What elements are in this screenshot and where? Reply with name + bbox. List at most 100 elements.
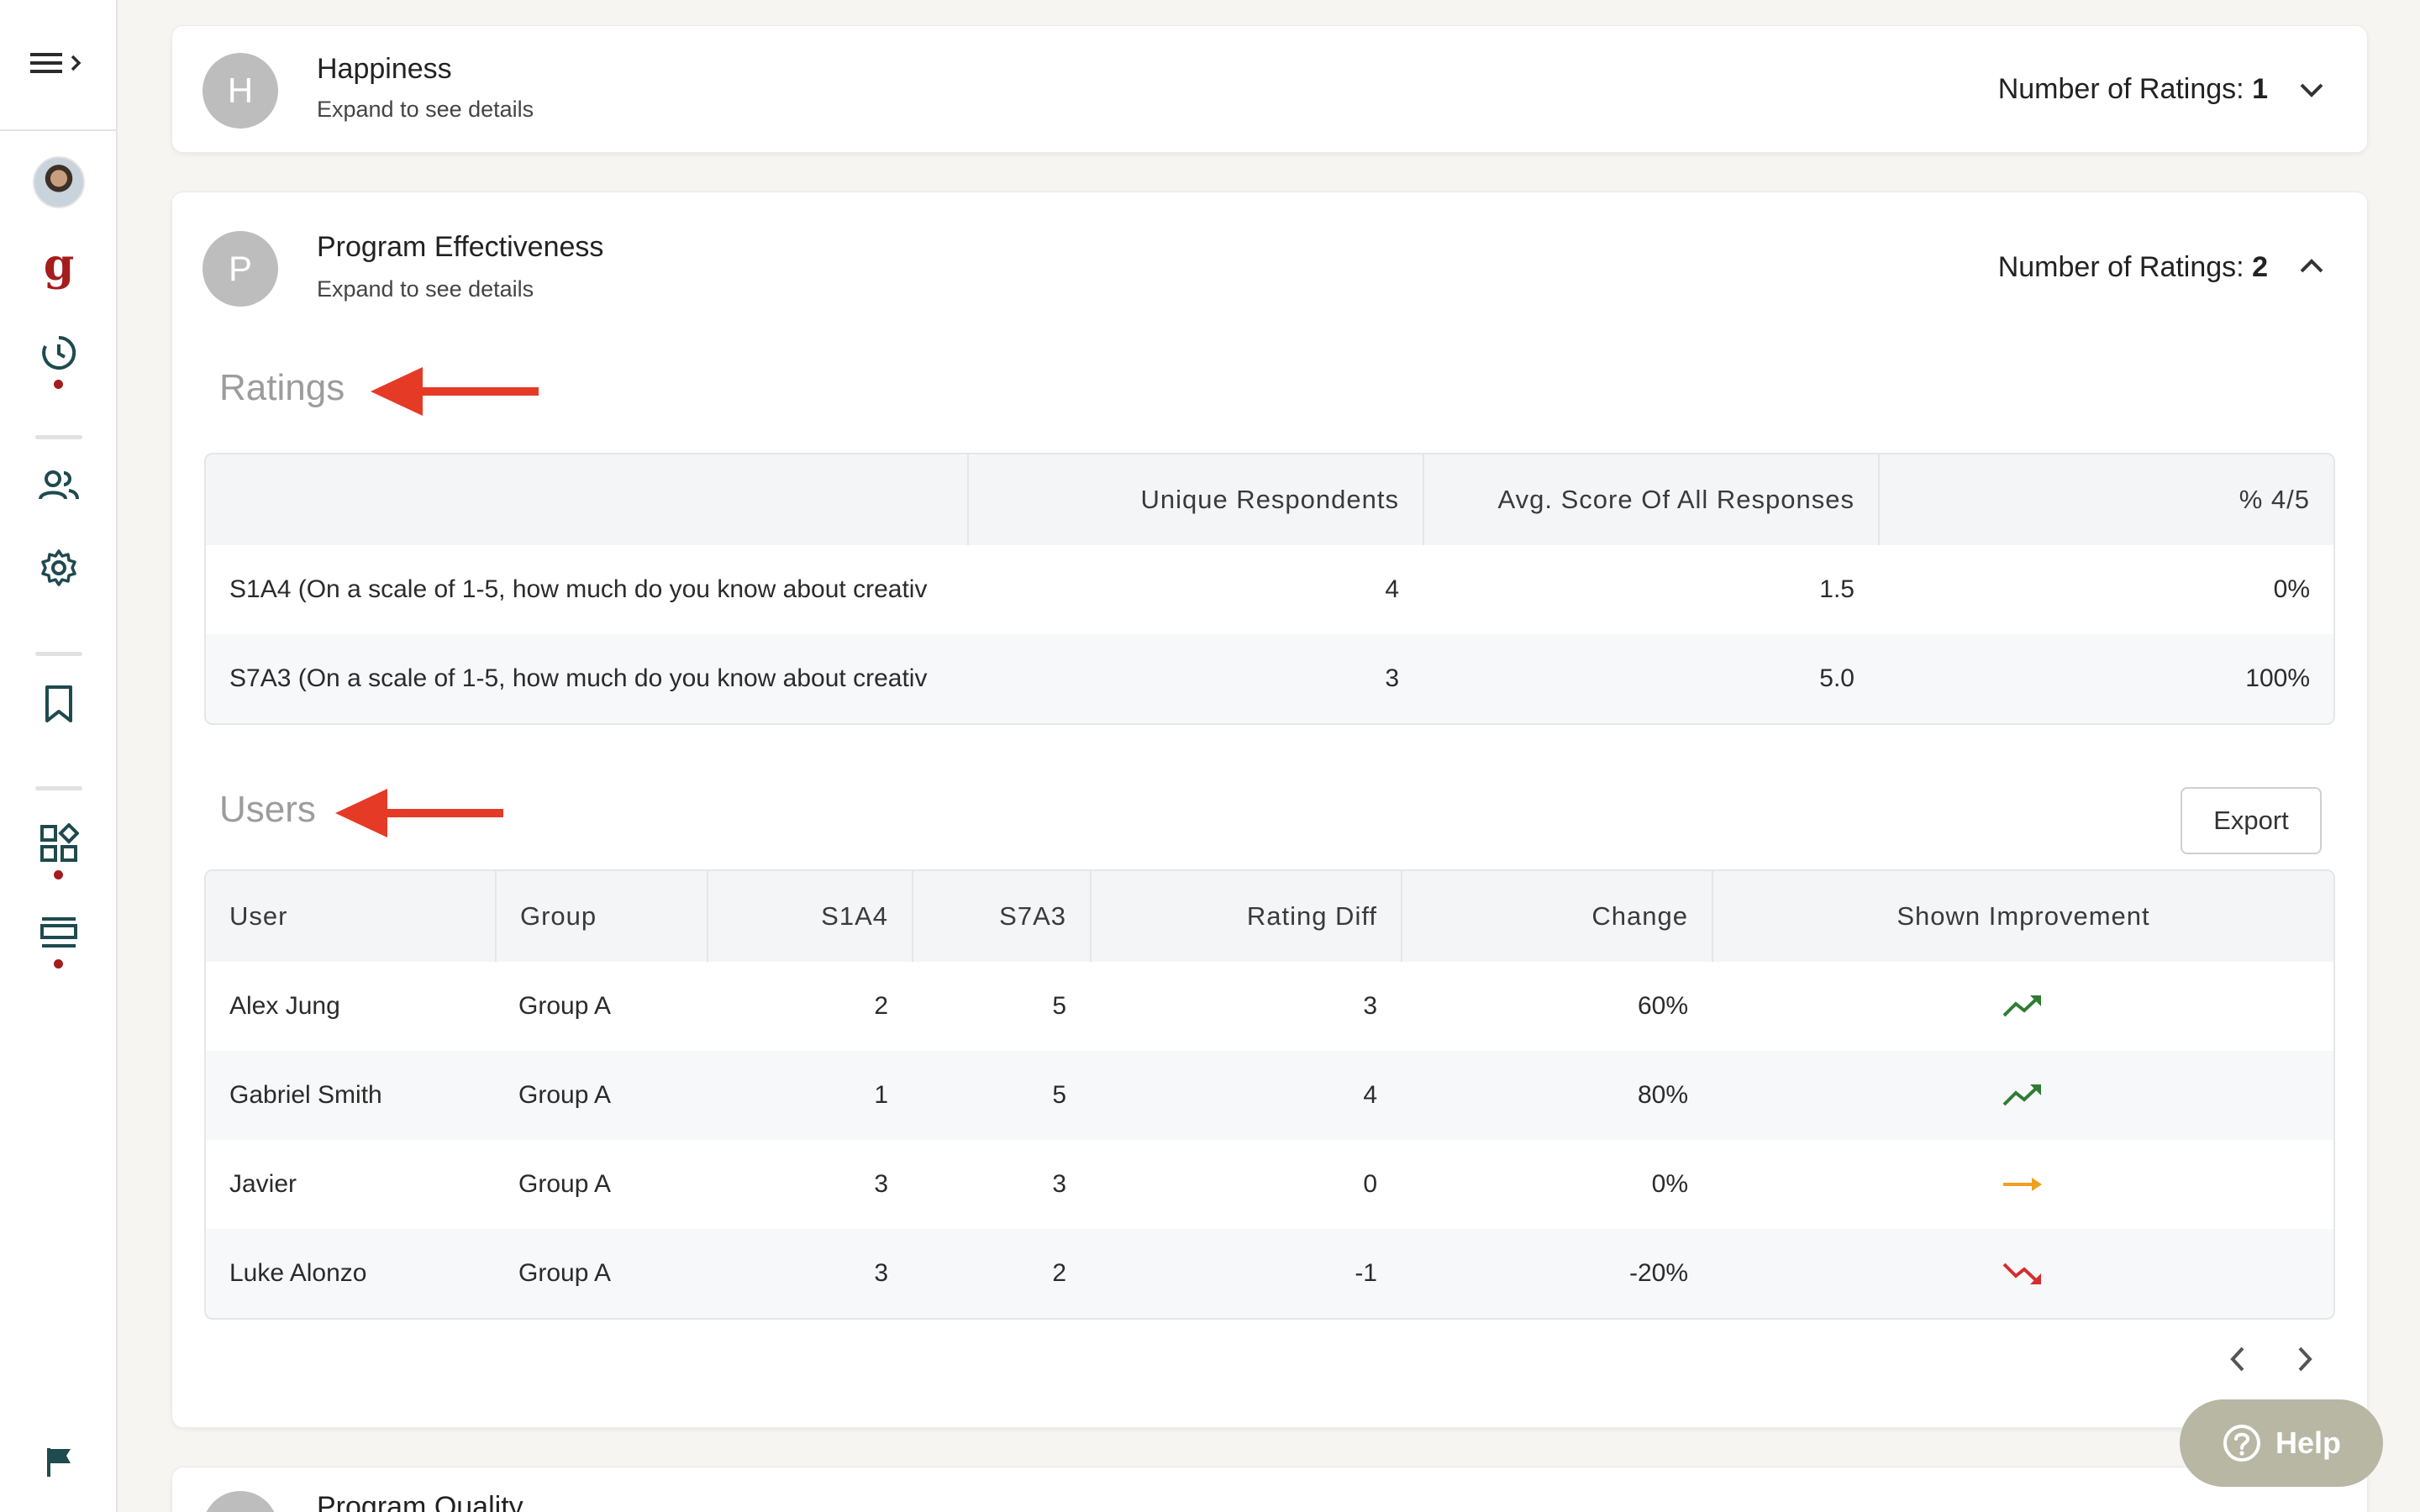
- card-header[interactable]: P Program Effectiveness Expand to see de…: [172, 192, 2367, 318]
- s7a3-cell: 3: [1052, 1170, 1066, 1198]
- rating-card-happiness[interactable]: H Happiness Expand to see details Number…: [171, 25, 2368, 153]
- improvement-cell: [1712, 1051, 2333, 1140]
- percent-cell: 0%: [2273, 575, 2310, 603]
- sidebar-item-layout[interactable]: [0, 914, 118, 951]
- group-cell: Group A: [518, 992, 612, 1020]
- user-cell: Javier: [229, 1170, 297, 1198]
- sidebar-item-history[interactable]: [0, 333, 118, 373]
- sidebar-item-people[interactable]: [0, 469, 118, 502]
- chevron-left-icon[interactable]: [2228, 1345, 2248, 1377]
- rating-card-program-quality[interactable]: Program Quality: [171, 1467, 2368, 1512]
- help-button[interactable]: Help: [2180, 1399, 2383, 1487]
- group-cell: Group A: [518, 1170, 612, 1198]
- sidebar-item-home[interactable]: g: [0, 244, 118, 287]
- notification-dot: [54, 870, 63, 879]
- sidebar-item-flag[interactable]: [0, 1445, 118, 1478]
- card-title: Happiness: [317, 53, 452, 85]
- change-cell: 80%: [1637, 1081, 1688, 1109]
- bookmark-icon[interactable]: [42, 684, 76, 724]
- people-icon[interactable]: [38, 469, 80, 502]
- flag-icon[interactable]: [42, 1445, 76, 1478]
- rating-diff-cell: 0: [1363, 1170, 1377, 1198]
- help-label: Help: [2275, 1425, 2341, 1460]
- column-header[interactable]: Group: [495, 871, 707, 962]
- sidebar-divider: [35, 435, 82, 439]
- table-row: Alex Jung Group A 2 5 3 60%: [206, 962, 2333, 1051]
- column-header[interactable]: Shown Improvement: [1712, 871, 2333, 962]
- sidebar-item-profile[interactable]: [0, 156, 118, 208]
- widgets-icon[interactable]: [39, 823, 79, 864]
- s1a4-cell: 1: [874, 1081, 888, 1109]
- sidebar-divider: [35, 652, 82, 656]
- table-row: Gabriel Smith Group A 1 5 4 80%: [206, 1051, 2333, 1140]
- ratings-count-label: Number of Ratings:: [1997, 73, 2244, 105]
- history-icon[interactable]: [39, 333, 79, 373]
- user-cell: Alex Jung: [229, 992, 340, 1020]
- notification-dot: [54, 959, 63, 969]
- improvement-cell: [1712, 1229, 2333, 1318]
- chevron-up-icon[interactable]: [2298, 258, 2325, 278]
- trending-down-icon: [2002, 1263, 2041, 1284]
- list-layout-icon[interactable]: [39, 914, 79, 951]
- sidebar-header: [0, 0, 116, 131]
- sidebar-item-bookmarks[interactable]: [0, 684, 118, 724]
- avg-score-cell: 5.0: [1819, 664, 1854, 692]
- column-header[interactable]: S1A4: [707, 871, 912, 962]
- s1a4-cell: 2: [874, 992, 888, 1020]
- sidebar-item-widgets[interactable]: [0, 823, 118, 864]
- annotation-arrow-icon: [371, 367, 539, 416]
- column-header[interactable]: Avg. Score Of All Responses: [1423, 454, 1878, 545]
- user-cell: Luke Alonzo: [229, 1259, 367, 1287]
- chevron-down-icon[interactable]: [2298, 81, 2325, 102]
- rating-card-program-effectiveness: P Program Effectiveness Expand to see de…: [171, 192, 2368, 1428]
- avg-score-cell: 1.5: [1819, 575, 1854, 603]
- ratings-count-value: 2: [2252, 251, 2268, 283]
- users-section-title: Users: [219, 789, 316, 830]
- sidebar-divider: [35, 786, 82, 790]
- trending-up-icon: [2002, 1084, 2041, 1106]
- ratings-section-title: Ratings: [219, 367, 345, 408]
- menu-expand-icon[interactable]: [29, 48, 87, 81]
- trending-up-icon: [2002, 995, 2041, 1017]
- change-cell: 60%: [1637, 992, 1688, 1020]
- card-initial: P: [203, 231, 278, 307]
- ratings-count-label: Number of Ratings:: [1997, 251, 2244, 283]
- table-row: Luke Alonzo Group A 3 2 -1 -20%: [206, 1229, 2333, 1318]
- column-header[interactable]: Rating Diff: [1090, 871, 1401, 962]
- rating-diff-cell: -1: [1355, 1259, 1377, 1287]
- card-header[interactable]: H Happiness Expand to see details Number…: [172, 26, 2367, 152]
- avatar[interactable]: [33, 156, 85, 208]
- card-subtitle: Expand to see details: [317, 276, 534, 302]
- column-header[interactable]: S7A3: [912, 871, 1090, 962]
- column-header[interactable]: Change: [1401, 871, 1712, 962]
- ratings-count: Number of Ratings: 1: [1998, 73, 2268, 106]
- unique-respondents-cell: 3: [1385, 664, 1399, 692]
- rating-diff-cell: 4: [1363, 1081, 1377, 1109]
- annotation-arrow-icon: [335, 789, 503, 837]
- improvement-cell: [1712, 1140, 2333, 1229]
- card-initial: [203, 1491, 278, 1512]
- column-header[interactable]: % 4/5: [1878, 454, 2333, 545]
- sidebar-item-settings[interactable]: [0, 548, 118, 588]
- gear-icon[interactable]: [39, 548, 79, 588]
- g-logo-icon[interactable]: g: [44, 244, 74, 287]
- ratings-count: Number of Ratings: 2: [1998, 251, 2268, 284]
- improvement-cell: [1712, 962, 2333, 1051]
- card-title: Program Quality: [317, 1491, 523, 1512]
- s1a4-cell: 3: [874, 1259, 888, 1287]
- export-button[interactable]: Export: [2181, 787, 2322, 854]
- ratings-table: Unique Respondents Avg. Score Of All Res…: [204, 453, 2335, 725]
- card-initial: H: [203, 53, 278, 129]
- chevron-right-icon[interactable]: [2295, 1345, 2315, 1377]
- table-header-row: User Group S1A4 S7A3 Rating Diff Change …: [206, 871, 2333, 962]
- card-subtitle: Expand to see details: [317, 97, 534, 122]
- percent-cell: 100%: [2245, 664, 2310, 692]
- column-header[interactable]: Unique Respondents: [967, 454, 1423, 545]
- group-cell: Group A: [518, 1259, 612, 1287]
- column-header[interactable]: User: [206, 871, 495, 962]
- question-cell: S1A4 (On a scale of 1-5, how much do you…: [229, 575, 928, 603]
- change-cell: -20%: [1628, 1259, 1688, 1287]
- unique-respondents-cell: 4: [1385, 575, 1399, 603]
- change-cell: 0%: [1651, 1170, 1688, 1198]
- ratings-count-value: 1: [2252, 73, 2268, 105]
